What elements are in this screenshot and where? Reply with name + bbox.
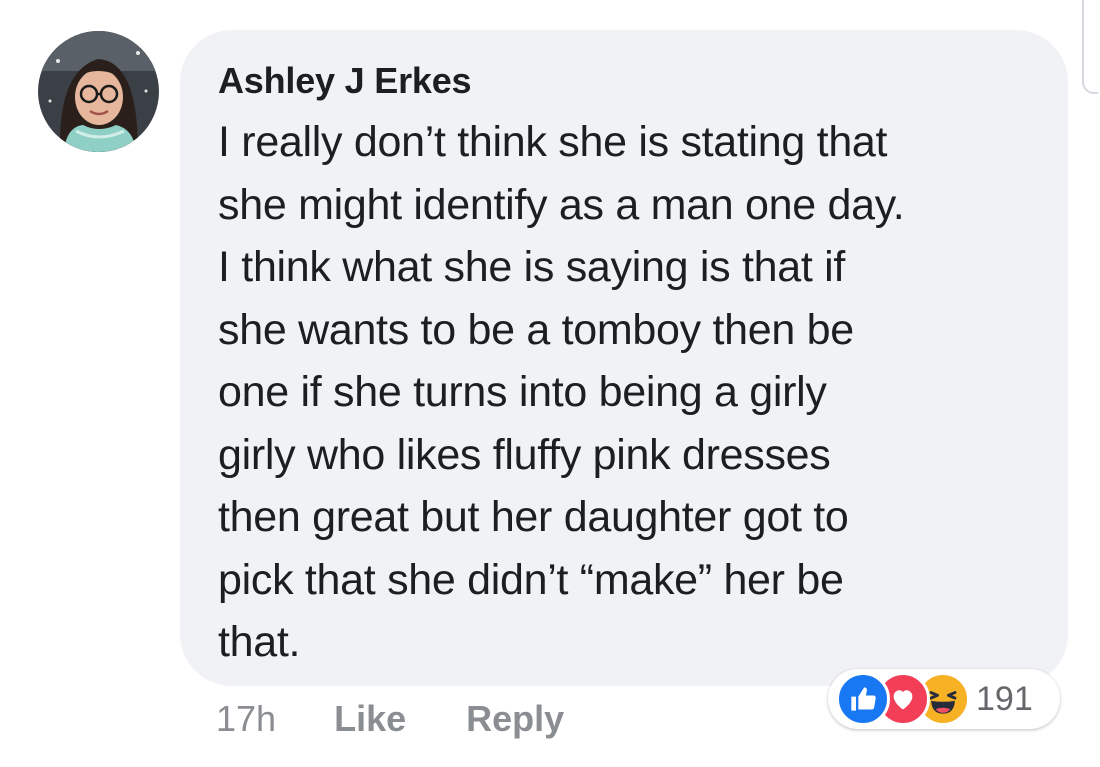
comment-timestamp[interactable]: 17h: [216, 698, 276, 740]
reaction-count: 191: [976, 679, 1033, 718]
reply-button[interactable]: Reply: [466, 698, 564, 740]
avatar[interactable]: [38, 31, 159, 152]
reactions-summary[interactable]: 191: [828, 669, 1060, 729]
like-icon: [836, 672, 890, 726]
comment-text: I really don’t think she is stating that…: [218, 118, 905, 666]
scroll-edge: [1082, 0, 1098, 94]
like-button[interactable]: Like: [334, 698, 406, 740]
profile-photo: [38, 31, 159, 152]
comment-author[interactable]: Ashley J Erkes: [218, 58, 1030, 104]
reaction-icons: [836, 672, 970, 726]
comment-actions: 17h Like Reply: [216, 696, 564, 742]
comment-bubble: Ashley J Erkes I really don’t think she …: [180, 30, 1068, 686]
